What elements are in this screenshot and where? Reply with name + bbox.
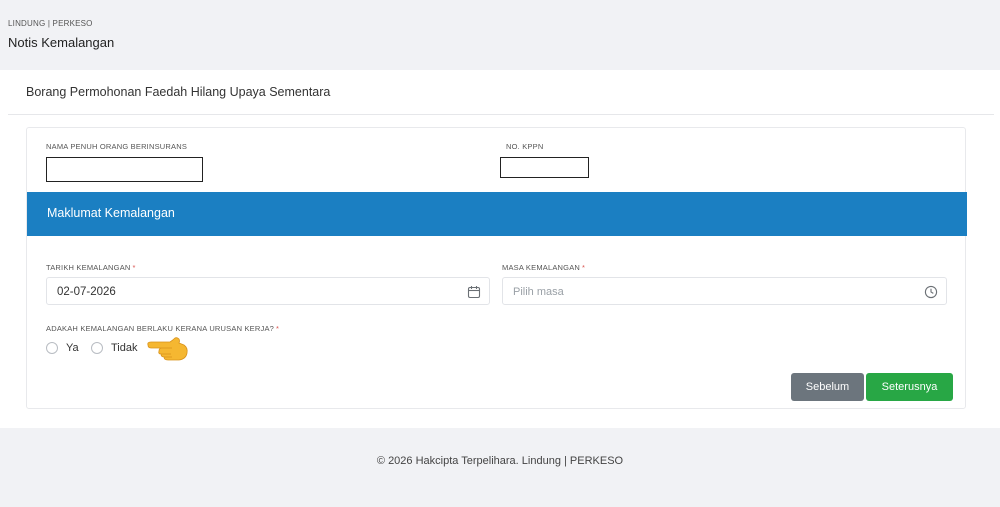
time-input[interactable]: Pilih masa (502, 277, 947, 305)
section-banner: Maklumat Kemalangan (27, 192, 967, 236)
clock-icon[interactable] (924, 285, 938, 299)
pointing-hand-icon (147, 337, 188, 361)
previous-button[interactable]: Sebelum (791, 373, 864, 401)
radio-button[interactable] (46, 342, 58, 354)
question-text: ADAKAH KEMALANGAN BERLAKU KERANA URUSAN … (46, 324, 275, 333)
page-header: LINDUNG | PERKESO Notis Kemalangan (0, 0, 1000, 70)
date-value: 02-07-2026 (57, 286, 116, 298)
page-title: Notis Kemalangan (8, 35, 115, 50)
work-related-question: ADAKAH KEMALANGAN BERLAKU KERANA URUSAN … (46, 324, 279, 333)
radio-label: Tidak (111, 342, 138, 354)
divider (8, 114, 994, 115)
required-mark: * (582, 263, 586, 272)
date-input[interactable]: 02-07-2026 (46, 277, 490, 305)
radio-option-tidak[interactable]: Tidak (91, 341, 138, 355)
radio-option-ya[interactable]: Ya (46, 341, 79, 355)
date-label: TARIKH KEMALANGAN * (46, 263, 136, 272)
kppn-redacted (500, 157, 589, 178)
required-mark: * (276, 324, 280, 333)
insured-name-label: NAMA PENUH ORANG BERINSURANS (46, 142, 188, 151)
time-placeholder: Pilih masa (513, 286, 564, 298)
radio-label: Ya (66, 342, 79, 354)
calendar-icon[interactable] (467, 285, 481, 299)
insured-name-redacted (46, 157, 203, 182)
radio-button[interactable] (91, 342, 103, 354)
section-title: Maklumat Kemalangan (47, 206, 175, 220)
required-mark: * (132, 263, 136, 272)
form-title: Borang Permohonan Faedah Hilang Upaya Se… (26, 85, 331, 99)
date-label-text: TARIKH KEMALANGAN (46, 263, 131, 272)
footer: © 2026 Hakcipta Terpelihara. Lindung | P… (0, 428, 1000, 507)
kppn-label: NO. KPPN (506, 142, 544, 151)
form-panel: NAMA PENUH ORANG BERINSURANS NO. KPPN Ma… (26, 127, 967, 409)
copyright-text: © 2026 Hakcipta Terpelihara. Lindung | P… (376, 455, 624, 467)
next-button[interactable]: Seterusnya (866, 373, 953, 401)
breadcrumb: LINDUNG | PERKESO (8, 19, 93, 28)
time-label: MASA KEMALANGAN * (502, 263, 585, 272)
time-label-text: MASA KEMALANGAN (502, 263, 581, 272)
form-card: Borang Permohonan Faedah Hilang Upaya Se… (0, 70, 1000, 428)
